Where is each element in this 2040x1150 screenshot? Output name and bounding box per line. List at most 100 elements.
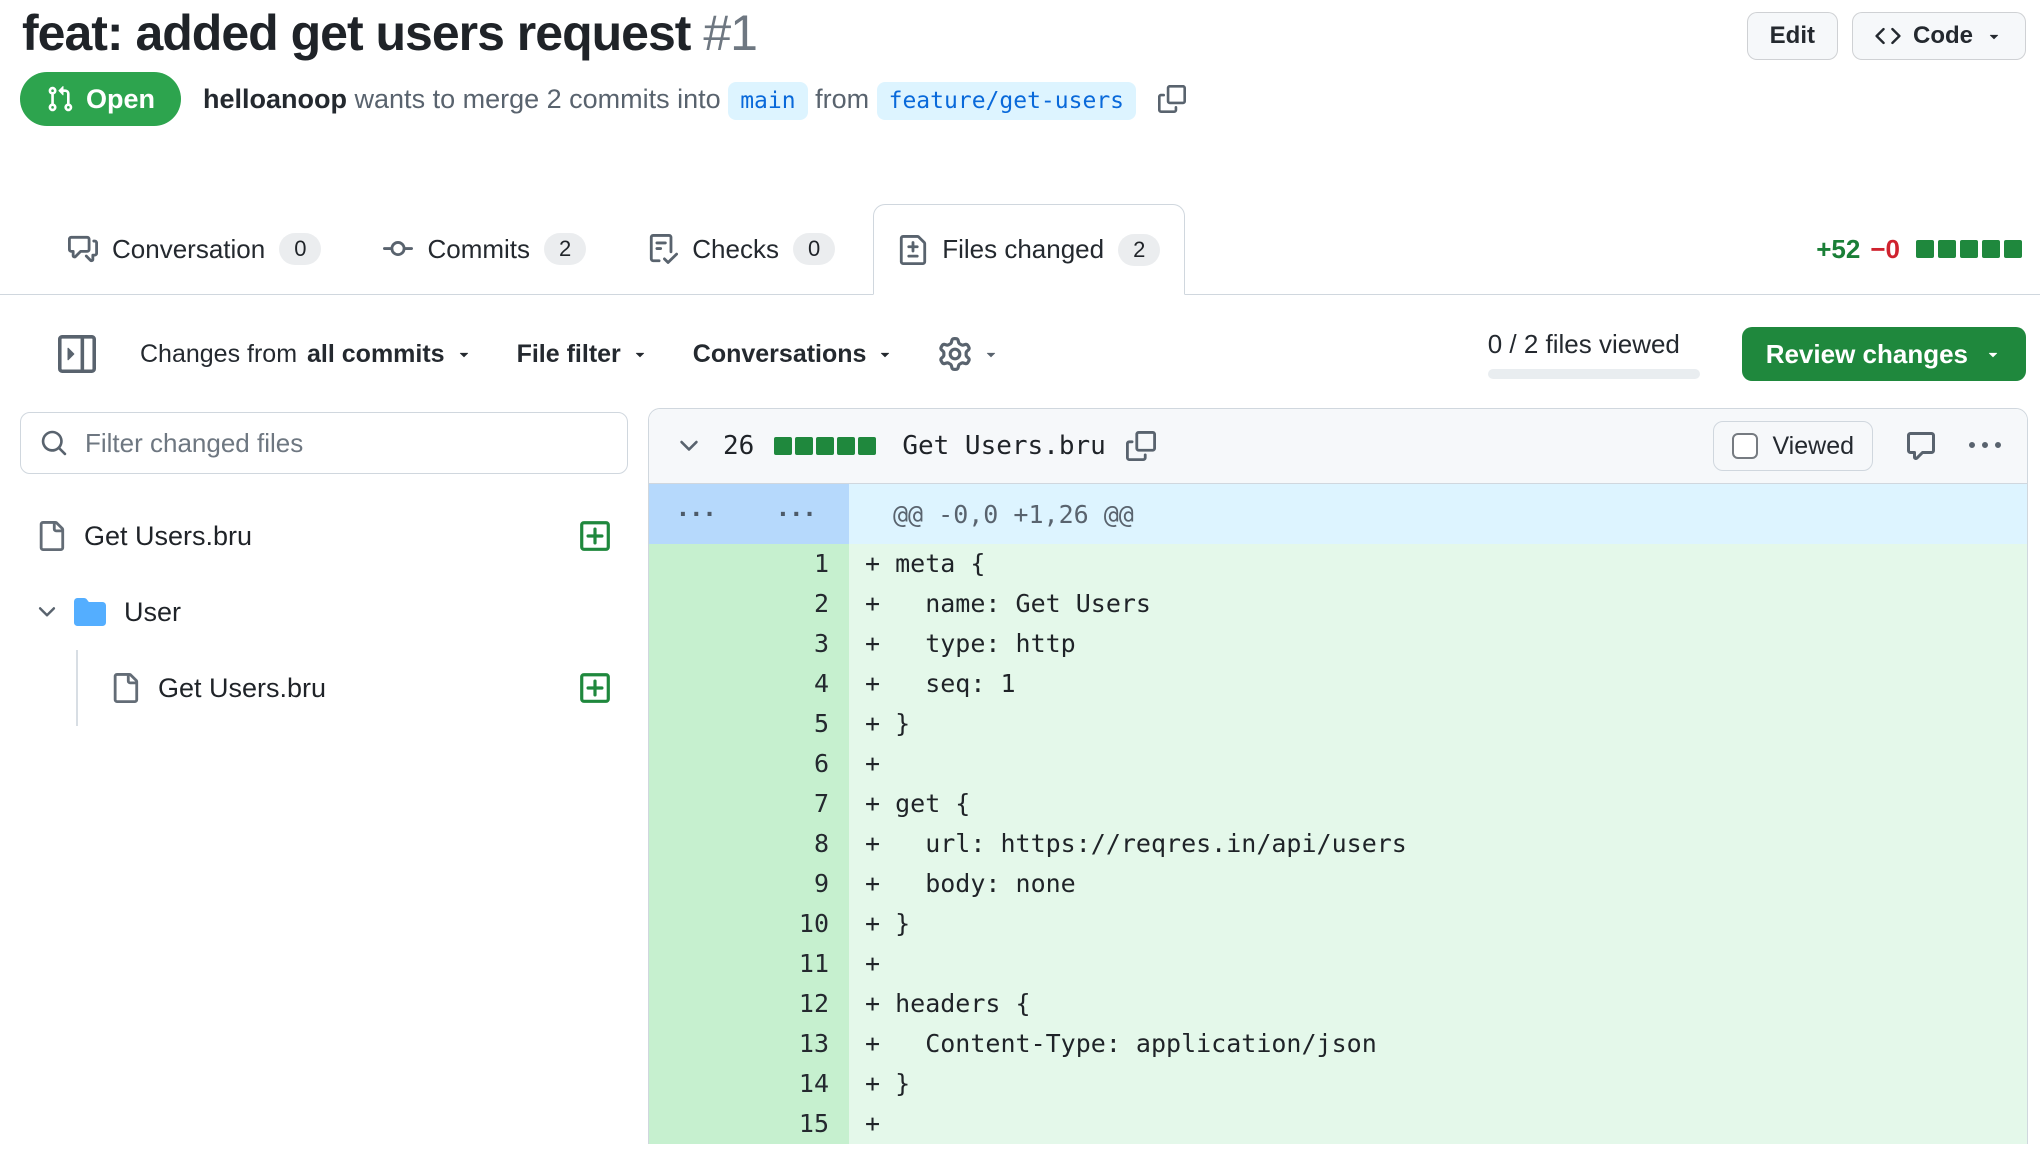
tab-conversation[interactable]: Conversation 0 bbox=[44, 204, 345, 294]
tab-files-changed[interactable]: Files changed 2 bbox=[873, 204, 1185, 295]
collapse-file-tree-icon[interactable] bbox=[58, 335, 96, 373]
page-title: feat: added get users request #1 bbox=[22, 4, 757, 62]
line-number[interactable]: 9 bbox=[649, 864, 849, 904]
expand-hunk-dots: ··· bbox=[649, 498, 749, 530]
line-number[interactable]: 11 bbox=[649, 944, 849, 984]
code-button[interactable]: Code bbox=[1852, 12, 2026, 60]
file-diff-icon bbox=[898, 235, 928, 265]
files-viewed-text: 0 / 2 files viewed bbox=[1488, 329, 1680, 360]
viewed-checkbox[interactable] bbox=[1732, 433, 1758, 459]
filter-changed-files-input[interactable] bbox=[20, 412, 628, 474]
diff-panel: 26 Get Users.bru Viewed ··· ··· @@ -0,0 … bbox=[648, 408, 2028, 1144]
line-number[interactable]: 1 bbox=[649, 544, 849, 584]
diff-line-row: 9 + body: none bbox=[649, 864, 2027, 904]
line-code: + } bbox=[849, 704, 2027, 744]
line-number[interactable]: 2 bbox=[649, 584, 849, 624]
line-code: + bbox=[849, 1104, 2027, 1144]
diff-line-row: 6 + bbox=[649, 744, 2027, 784]
file-diffstat-blocks bbox=[774, 437, 876, 455]
diffstat-blocks bbox=[1916, 240, 2022, 258]
line-number[interactable]: 10 bbox=[649, 904, 849, 944]
merge-text: wants to merge 2 commits into bbox=[355, 84, 721, 114]
file-tree: Get Users.bru User Get Users.bru bbox=[20, 498, 628, 726]
line-number[interactable]: 3 bbox=[649, 624, 849, 664]
tab-count-badge: 2 bbox=[1118, 234, 1160, 266]
diffstat-additions: +52 bbox=[1816, 234, 1860, 265]
diff-file-name[interactable]: Get Users.bru bbox=[902, 431, 1106, 461]
status-badge: Open bbox=[20, 72, 181, 126]
tab-checks[interactable]: Checks 0 bbox=[624, 204, 859, 294]
pr-title-text: feat: added get users request bbox=[22, 5, 690, 61]
diffstat-block bbox=[1982, 240, 2000, 258]
header-actions: Edit Code bbox=[1747, 12, 2026, 60]
copy-branch-icon[interactable] bbox=[1158, 85, 1186, 113]
search-icon bbox=[40, 429, 68, 457]
pr-files-changed-page: feat: added get users request #1 Edit Co… bbox=[0, 0, 2040, 1150]
line-number[interactable]: 6 bbox=[649, 744, 849, 784]
line-number[interactable]: 7 bbox=[649, 784, 849, 824]
tab-commits[interactable]: Commits 2 bbox=[359, 204, 610, 294]
line-code: + url: https://reqres.in/api/users bbox=[849, 824, 2027, 864]
collapse-diff-chevron-icon[interactable] bbox=[675, 432, 703, 460]
line-number[interactable]: 5 bbox=[649, 704, 849, 744]
pr-number: #1 bbox=[703, 5, 757, 61]
diff-line-row: 7 + get { bbox=[649, 784, 2027, 824]
changes-from-dropdown[interactable]: Changes from all commits bbox=[140, 340, 473, 369]
expand-hunk-dots: ··· bbox=[749, 498, 849, 530]
viewed-label: Viewed bbox=[1772, 432, 1854, 461]
file-changed-lines-count: 26 bbox=[723, 431, 754, 461]
merge-sentence: helloanoop wants to merge 2 commits into… bbox=[203, 84, 1136, 115]
diffstat: +52 −0 bbox=[1816, 204, 2040, 294]
status-badge-label: Open bbox=[86, 84, 155, 115]
triangle-down-icon bbox=[631, 345, 649, 363]
filter-field-wrap bbox=[20, 412, 628, 474]
edit-button[interactable]: Edit bbox=[1747, 12, 1838, 60]
tree-item-user-get-users-bru[interactable]: Get Users.bru bbox=[20, 650, 628, 726]
line-number[interactable]: 12 bbox=[649, 984, 849, 1024]
diff-line-row: 1 + meta { bbox=[649, 544, 2027, 584]
file-icon bbox=[36, 521, 66, 551]
diff-settings-dropdown[interactable] bbox=[938, 337, 1000, 371]
copy-file-path-icon[interactable] bbox=[1126, 431, 1156, 461]
diff-code-lines: 1 + meta { 2 + name: Get Users 3 + type:… bbox=[649, 544, 2027, 1144]
triangle-down-icon bbox=[876, 345, 894, 363]
tab-label: Conversation bbox=[112, 234, 265, 265]
diff-header-actions: Viewed bbox=[1713, 421, 2001, 471]
tab-label: Files changed bbox=[942, 234, 1104, 265]
files-viewed-block: 0 / 2 files viewed bbox=[1488, 329, 1700, 379]
author-name[interactable]: helloanoop bbox=[203, 84, 347, 114]
conversations-dropdown[interactable]: Conversations bbox=[693, 340, 895, 369]
comment-discussion-icon bbox=[68, 234, 98, 264]
tree-item-get-users-bru[interactable]: Get Users.bru bbox=[20, 498, 628, 574]
file-icon bbox=[110, 673, 140, 703]
hunk-header-row: ··· ··· @@ -0,0 +1,26 @@ bbox=[649, 484, 2027, 544]
line-code: + } bbox=[849, 904, 2027, 944]
tab-label: Checks bbox=[692, 234, 779, 265]
chevron-down-icon bbox=[34, 599, 60, 625]
line-number[interactable]: 15 bbox=[649, 1104, 849, 1144]
line-number[interactable]: 4 bbox=[649, 664, 849, 704]
pr-meta-row: Open helloanoop wants to merge 2 commits… bbox=[20, 72, 1186, 126]
kebab-menu-icon[interactable] bbox=[1969, 430, 2001, 462]
file-filter-dropdown[interactable]: File filter bbox=[517, 340, 649, 369]
line-code: + } bbox=[849, 1064, 2027, 1104]
diff-line-row: 14 + } bbox=[649, 1064, 2027, 1104]
toolbar-right: 0 / 2 files viewed Review changes bbox=[1488, 327, 2026, 381]
diffstat-block bbox=[795, 437, 813, 455]
line-code: + name: Get Users bbox=[849, 584, 2027, 624]
git-pull-request-icon bbox=[46, 85, 74, 113]
line-code: + seq: 1 bbox=[849, 664, 2027, 704]
viewed-button[interactable]: Viewed bbox=[1713, 421, 1873, 471]
tree-item-label: User bbox=[124, 597, 181, 628]
line-number[interactable]: 8 bbox=[649, 824, 849, 864]
file-tree-sidebar: Get Users.bru User Get Users.bru bbox=[20, 412, 628, 726]
line-number[interactable]: 14 bbox=[649, 1064, 849, 1104]
base-branch-label[interactable]: main bbox=[728, 82, 807, 120]
hunk-gutter[interactable]: ··· ··· bbox=[649, 484, 849, 544]
tree-item-user-folder[interactable]: User bbox=[20, 574, 628, 650]
review-changes-button[interactable]: Review changes bbox=[1742, 327, 2026, 381]
line-number[interactable]: 13 bbox=[649, 1024, 849, 1064]
comment-icon[interactable] bbox=[1905, 430, 1937, 462]
diffstat-block bbox=[837, 437, 855, 455]
head-branch-label[interactable]: feature/get-users bbox=[877, 82, 1136, 120]
